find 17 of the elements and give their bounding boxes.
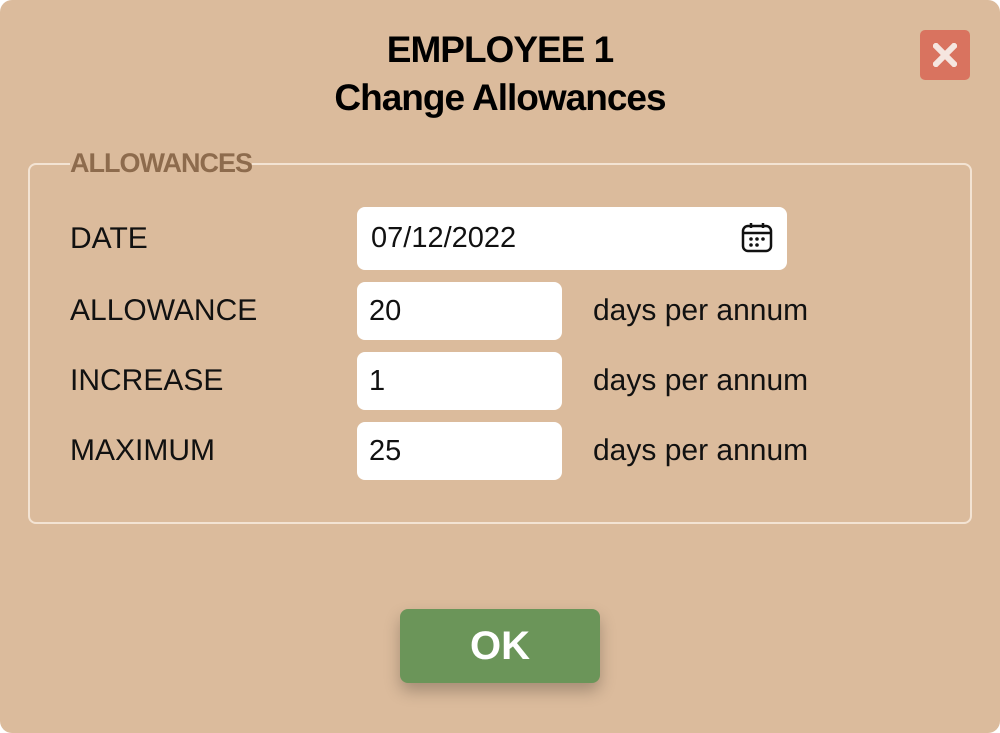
unit-label: days per annum — [593, 364, 808, 398]
close-button[interactable] — [920, 30, 970, 80]
number-field[interactable]: 25 — [357, 422, 562, 480]
number-field[interactable]: 1 — [357, 352, 562, 410]
close-icon — [933, 43, 957, 67]
field-label: ALLOWANCE — [70, 294, 258, 328]
unit-label: days per annum — [593, 434, 808, 468]
field-label: INCREASE — [70, 364, 224, 398]
field-label: MAXIMUM — [70, 434, 216, 468]
number-field[interactable]: 20 — [357, 282, 562, 340]
field-label: DATE — [70, 222, 149, 256]
group-legend: ALLOWANCES — [70, 148, 252, 179]
dialog-title: EMPLOYEE 1 — [386, 28, 614, 72]
calendar-icon[interactable] — [741, 222, 773, 254]
dialog-title: Change Allowances — [334, 76, 666, 120]
unit-label: days per annum — [593, 294, 808, 328]
date-field[interactable]: 07/12/2022 — [357, 207, 787, 270]
